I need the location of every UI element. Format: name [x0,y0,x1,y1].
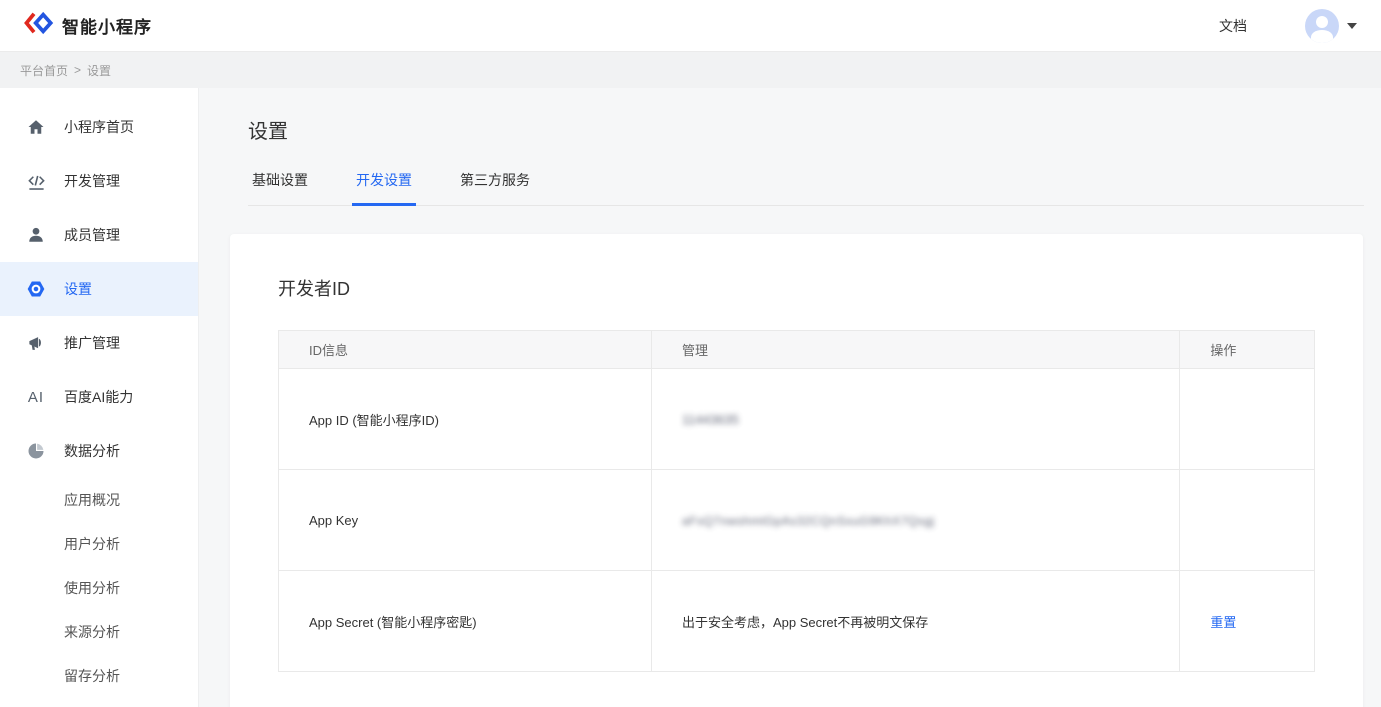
col-header-manage: 管理 [651,331,1179,369]
sidebar-subitem-user-analysis[interactable]: 用户分析 [0,522,198,566]
pie-chart-icon [26,441,46,461]
sidebar-subitem-app-overview[interactable]: 应用概况 [0,478,198,522]
breadcrumb-current: 设置 [87,62,111,79]
tab-third-party[interactable]: 第三方服务 [456,170,534,206]
app-secret-label: App Secret (智能小程序密匙) [279,571,652,672]
sidebar-subitem-source-analysis[interactable]: 来源分析 [0,610,198,654]
col-header-id-info: ID信息 [279,331,652,369]
main-content: 设置 基础设置 开发设置 第三方服务 开发者ID ID信息 管理 操作 [198,88,1381,707]
breadcrumb-separator: > [74,63,81,77]
sidebar-subitem-retention-analysis[interactable]: 留存分析 [0,654,198,698]
reset-secret-link[interactable]: 重置 [1210,615,1236,630]
app-id-value-blurred: 11443635 [682,412,739,427]
ai-icon: AI [26,387,46,407]
brand-title: 智能小程序 [62,13,152,38]
sidebar-subitem-usage-analysis[interactable]: 使用分析 [0,566,198,610]
sidebar-item-members[interactable]: 成员管理 [0,208,198,262]
breadcrumb: 平台首页 > 设置 [0,52,1381,88]
sidebar-item-dev-manage[interactable]: 开发管理 [0,154,198,208]
card-heading: 开发者ID [278,275,1315,301]
top-header: 智能小程序 文档 [0,0,1381,52]
app-secret-note: 出于安全考虑，App Secret不再被明文保存 [651,571,1179,672]
sidebar-item-baidu-ai[interactable]: AI 百度AI能力 [0,370,198,424]
developer-id-card: 开发者ID ID信息 管理 操作 App ID (智能小程序ID) 114436… [230,234,1363,707]
user-avatar[interactable] [1305,9,1339,43]
app-key-label: App Key [279,470,652,571]
sidebar-item-promotion[interactable]: 推广管理 [0,316,198,370]
breadcrumb-home[interactable]: 平台首页 [20,62,68,79]
member-icon [26,225,46,245]
settings-tabs: 基础设置 开发设置 第三方服务 [248,170,1364,206]
brand-logo-icon [24,10,54,41]
account-caret-down-icon[interactable] [1347,23,1357,29]
col-header-action: 操作 [1180,331,1315,369]
code-icon [26,171,46,191]
developer-id-table: ID信息 管理 操作 App ID (智能小程序ID) 11443635 App… [278,330,1315,672]
megaphone-icon [26,333,46,353]
doc-link[interactable]: 文档 [1219,16,1247,36]
tab-dev-settings[interactable]: 开发设置 [352,170,416,206]
sidebar-item-data-analysis[interactable]: 数据分析 [0,424,198,478]
page-title: 设置 [248,115,1363,144]
sidebar-item-home[interactable]: 小程序首页 [0,100,198,154]
sidebar: 小程序首页 开发管理 成员管理 设置 推广管理 [0,88,198,707]
sidebar-item-settings[interactable]: 设置 [0,262,198,316]
tab-basic-settings[interactable]: 基础设置 [248,170,312,206]
table-row-app-secret: App Secret (智能小程序密匙) 出于安全考虑，App Secret不再… [279,571,1315,672]
app-key-value-blurred: aFsQ7nwshmtGpAs32CQnSxuG9KhX7Qsgj [682,514,935,528]
brand: 智能小程序 [24,10,152,41]
app-id-label: App ID (智能小程序ID) [279,369,652,470]
settings-icon [26,279,46,299]
avatar-person-icon [1316,16,1328,28]
home-icon [26,117,46,137]
table-row-app-id: App ID (智能小程序ID) 11443635 [279,369,1315,470]
table-row-app-key: App Key aFsQ7nwshmtGpAs32CQnSxuG9KhX7Qsg… [279,470,1315,571]
